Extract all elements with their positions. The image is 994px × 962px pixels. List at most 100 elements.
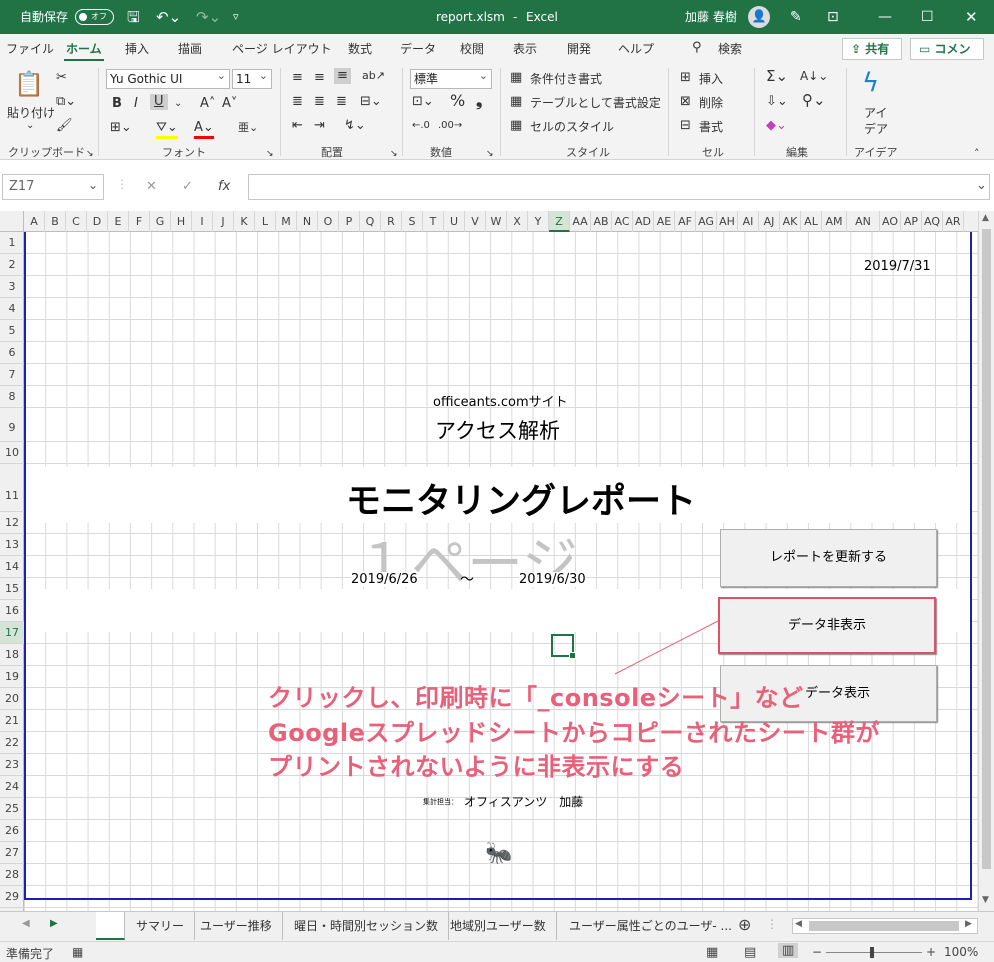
ideas-label-1[interactable]: アイ: [864, 104, 887, 121]
zoom-level[interactable]: 100%: [944, 945, 978, 959]
number-format-combo[interactable]: 標準: [410, 67, 492, 89]
paste-icon[interactable]: 📋: [14, 70, 44, 98]
save-icon[interactable]: 🖫: [127, 0, 140, 34]
tab-file[interactable]: ファイル: [6, 40, 54, 57]
search-icon[interactable]: ⚲: [692, 40, 702, 55]
decrease-font-icon[interactable]: A˅: [222, 96, 237, 112]
page-layout-view-icon[interactable]: ▤: [744, 945, 756, 960]
increase-decimal-icon[interactable]: ←.0: [412, 118, 430, 134]
search-label[interactable]: 検索: [718, 40, 742, 57]
copy-icon[interactable]: ⧉⌄: [56, 94, 76, 110]
increase-indent-icon[interactable]: ⇥: [314, 118, 325, 134]
tab-view[interactable]: 表示: [513, 40, 537, 57]
collapse-ribbon-icon[interactable]: ˄: [974, 146, 980, 162]
zoom-slider[interactable]: [826, 952, 922, 953]
font-color-icon[interactable]: A⌄: [194, 120, 214, 139]
align-left-icon[interactable]: ≣: [292, 94, 303, 110]
format-cells-button[interactable]: 書式: [699, 118, 723, 135]
paste-dropdown-icon[interactable]: ⌄: [26, 120, 34, 131]
ideas-label-2[interactable]: デア: [864, 120, 888, 137]
accounting-format-icon[interactable]: ⊡⌄: [412, 94, 434, 110]
vertical-scrollbar[interactable]: ▲ ▼: [978, 211, 994, 911]
tab-help[interactable]: ヘルプ: [618, 40, 654, 57]
add-sheet-icon[interactable]: ⊕: [738, 915, 751, 934]
align-center-icon[interactable]: ≣: [314, 94, 325, 110]
fill-icon[interactable]: ⇩⌄: [766, 94, 788, 110]
scroll-right-icon[interactable]: ▶: [965, 919, 972, 929]
name-box[interactable]: Z17: [2, 173, 104, 200]
tab-draw[interactable]: 描画: [178, 40, 202, 57]
scroll-left-icon[interactable]: ◀: [795, 919, 802, 929]
share-button[interactable]: ⇪ 共有: [842, 38, 902, 60]
horizontal-scrollbar[interactable]: ◀ ▶: [792, 918, 978, 934]
comma-style-icon[interactable]: ❟: [476, 93, 482, 109]
comment-button[interactable]: ▭ コメント: [910, 38, 984, 76]
sheet-tab-summary[interactable]: サマリー: [126, 912, 196, 940]
italic-icon[interactable]: I: [134, 96, 138, 112]
tab-home[interactable]: ホーム: [64, 40, 104, 61]
redo-icon[interactable]: ↷⌄: [196, 0, 221, 34]
expand-formula-icon[interactable]: ⌄: [976, 178, 987, 193]
tab-formulas[interactable]: 数式: [348, 40, 372, 57]
insert-function-icon[interactable]: fx: [218, 179, 230, 194]
align-bottom-icon[interactable]: ≡: [334, 68, 351, 84]
wrap-text-icon[interactable]: ↯⌄: [344, 118, 366, 134]
increase-font-icon[interactable]: A˄: [200, 96, 215, 112]
decrease-indent-icon[interactable]: ⇤: [292, 118, 303, 134]
percent-icon[interactable]: %: [450, 93, 465, 109]
sheet-tab-console[interactable]: [96, 912, 125, 940]
orientation-icon[interactable]: ab↗: [362, 68, 385, 84]
merge-center-icon[interactable]: ⊟⌄: [360, 94, 382, 110]
find-select-icon[interactable]: ⚲⌄: [802, 92, 826, 108]
autosum-icon[interactable]: Σ⌄: [766, 68, 788, 84]
font-name-combo[interactable]: Yu Gothic UI: [106, 67, 230, 89]
format-as-table-button[interactable]: テーブルとして書式設定: [530, 94, 661, 111]
ribbon-display-icon[interactable]: ⊡: [827, 0, 839, 34]
tab-data[interactable]: データ: [400, 40, 436, 57]
ideas-icon[interactable]: ϟ: [862, 68, 879, 98]
format-painter-icon[interactable]: 🖌: [56, 118, 73, 134]
pen-icon[interactable]: ✎: [790, 0, 802, 34]
fill-color-icon[interactable]: ⛛⌄: [156, 120, 178, 139]
align-top-icon[interactable]: ≡: [292, 70, 303, 86]
zoom-out-icon[interactable]: −: [812, 945, 822, 959]
customize-qat-icon[interactable]: ▿: [233, 0, 239, 34]
underline-dropdown-icon[interactable]: ⌄: [174, 96, 182, 112]
sheet-tab-user-trend[interactable]: ユーザー推移: [190, 912, 283, 940]
undo-icon[interactable]: ↶⌄: [156, 0, 181, 34]
cut-icon[interactable]: ✂: [56, 70, 67, 86]
macro-record-icon[interactable]: ▦: [72, 945, 83, 959]
paste-button[interactable]: 貼り付け: [7, 104, 55, 121]
decrease-decimal-icon[interactable]: .00→: [438, 118, 462, 134]
vertical-scroll-thumb[interactable]: [982, 229, 991, 869]
clipboard-launcher-icon[interactable]: ↘: [86, 146, 94, 162]
conditional-format-button[interactable]: 条件付き書式: [530, 70, 602, 87]
alignment-launcher-icon[interactable]: ↘: [390, 146, 398, 162]
autosave-toggle[interactable]: オフ: [75, 9, 114, 25]
bold-icon[interactable]: B: [112, 96, 122, 112]
zoom-in-icon[interactable]: +: [926, 945, 936, 959]
cancel-icon[interactable]: ✕: [146, 179, 157, 194]
delete-cells-button[interactable]: 削除: [699, 94, 723, 111]
clear-icon[interactable]: ◆⌄: [766, 118, 787, 134]
normal-view-icon[interactable]: ▦: [706, 945, 718, 960]
minimize-icon[interactable]: —: [878, 0, 892, 34]
tab-page-layout[interactable]: ページ レイアウト: [232, 40, 332, 57]
scroll-down-icon[interactable]: ▼: [982, 895, 989, 905]
tab-developer[interactable]: 開発: [567, 40, 591, 57]
prev-sheet-icon[interactable]: ◀: [22, 918, 30, 929]
cell-styles-button[interactable]: セルのスタイル: [530, 118, 614, 135]
sheet-tab-users-by-attribute[interactable]: ユーザー属性ごとのユーザ- ...: [559, 912, 742, 940]
phonetic-icon[interactable]: 亜⌄: [238, 120, 258, 136]
tab-split-icon[interactable]: ⋮: [766, 917, 778, 931]
align-middle-icon[interactable]: ≡: [314, 70, 325, 86]
horizontal-scroll-thumb[interactable]: [809, 921, 959, 931]
font-size-combo[interactable]: 11: [232, 67, 272, 89]
maximize-icon[interactable]: ☐: [921, 0, 934, 34]
avatar[interactable]: 👤: [748, 6, 770, 28]
number-launcher-icon[interactable]: ↘: [486, 146, 494, 162]
close-icon[interactable]: ✕: [965, 0, 978, 34]
sheet-tab-users-by-region[interactable]: 地域別ユーザー数: [440, 912, 557, 940]
insert-cells-button[interactable]: 挿入: [699, 70, 723, 87]
tab-insert[interactable]: 挿入: [125, 40, 149, 57]
